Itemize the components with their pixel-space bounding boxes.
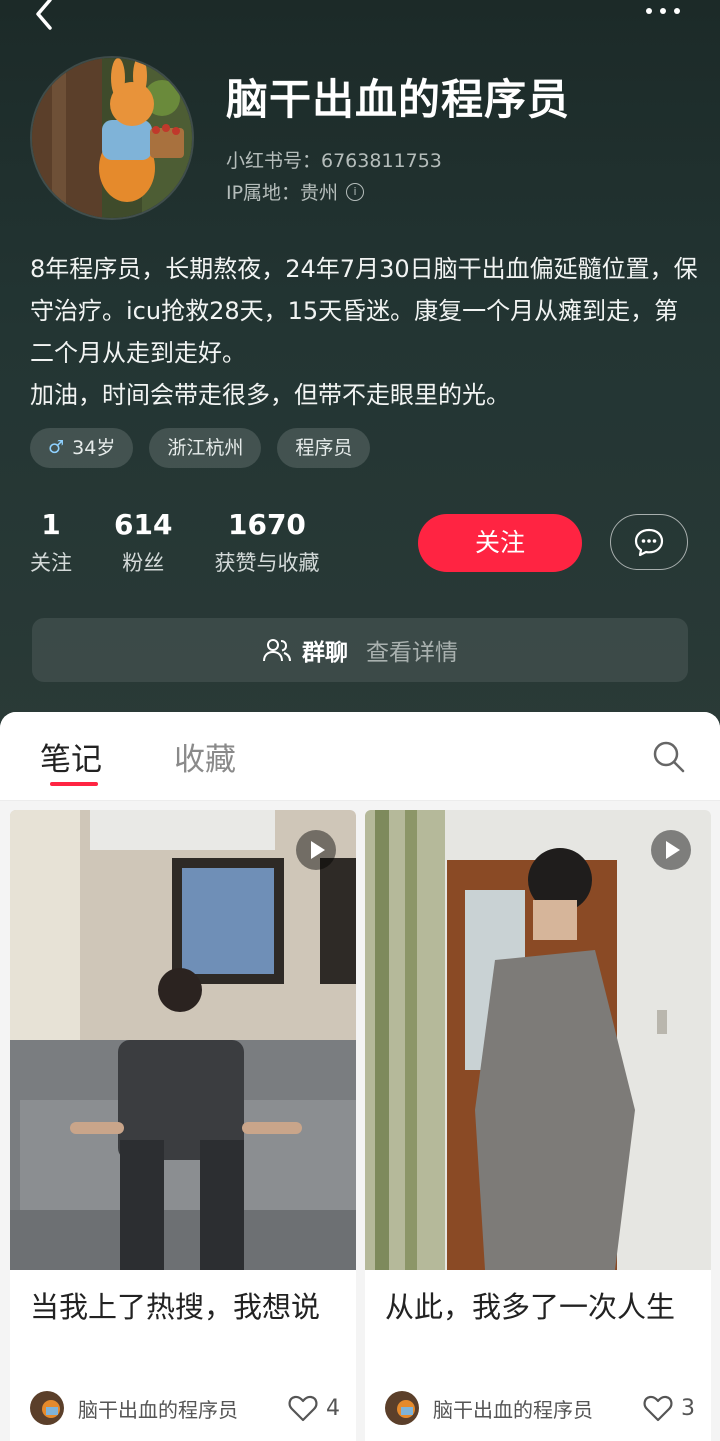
heart-icon [288,1395,318,1422]
bio-line: 8年程序员，长期熬夜，24年7月30日脑干出血偏延髓位置，保守治疗。icu抢救2… [30,255,698,367]
group-chat-label: 群聊 [302,640,348,666]
video-play-icon [651,830,691,870]
stat-label: 获赞与收藏 [214,551,320,575]
stat-label: 粉丝 [122,551,165,575]
stat-value: 1670 [227,508,306,541]
note-card[interactable]: 当我上了热搜，我想说 脑干出血的程序员 4 [10,810,356,1441]
profile-tags: ♂ 34岁 浙江杭州 程序员 [30,428,371,468]
note-title: 从此，我多了一次人生 [385,1290,676,1324]
back-arrow-icon [36,0,52,30]
stat-likes-and-collects[interactable]: 1670 获赞与收藏 [214,508,319,577]
stat-value: 1 [41,508,61,541]
tag-occupation: 程序员 [277,428,371,468]
content-panel: 笔记 收藏 当我上了热搜，我想说 脑干出血的程序员 4 从此，我多了一次人生 脑… [0,712,720,1441]
group-chat-detail: 查看详情 [366,640,458,666]
tag-location: 浙江杭州 [149,428,262,468]
male-gender-icon: ♂ [48,437,65,458]
note-card[interactable]: 从此，我多了一次人生 脑干出血的程序员 3 [365,810,711,1441]
note-footer: 脑干出血的程序员 4 [30,1388,340,1428]
profile-id[interactable]: 小红书号：6763811753 [226,146,442,173]
video-play-icon [296,830,336,870]
info-icon[interactable]: i [346,182,365,201]
like-count: 4 [326,1395,340,1421]
more-options-button[interactable] [646,4,690,18]
author-avatar [385,1391,419,1425]
follow-button[interactable]: 关注 [418,514,582,572]
search-icon [653,741,685,773]
like-count: 3 [681,1395,695,1421]
author-avatar [30,1391,64,1425]
back-button[interactable] [26,0,66,36]
tab-favorites[interactable]: 收藏 [174,734,236,779]
ip-location: IP属地：贵州 i [226,178,365,205]
stats-row: 1 关注 614 粉丝 1670 获赞与收藏 [30,508,319,577]
note-title: 当我上了热搜，我想说 [30,1290,321,1324]
group-people-icon [263,639,291,662]
group-chat-bar[interactable]: 群聊 查看详情 [32,618,688,682]
profile-header: 脑干出血的程序员 小红书号：6763811753 IP属地：贵州 i 8年程序员… [0,0,720,740]
tab-bar: 笔记 收藏 [0,712,720,801]
stat-value: 614 [114,508,173,541]
heart-icon [643,1395,673,1422]
bio: 8年程序员，长期熬夜，24年7月30日脑干出血偏延髓位置，保守治疗。icu抢救2… [30,248,700,416]
search-button[interactable] [652,740,686,774]
like-button[interactable]: 3 [643,1394,695,1422]
author-name: 脑干出血的程序员 [433,1397,593,1422]
man-standing-profile-photo [365,810,711,1270]
stat-followers[interactable]: 614 粉丝 [114,508,172,577]
note-thumbnail[interactable] [365,810,711,1270]
profile-name: 脑干出血的程序员 [226,75,571,124]
stat-following[interactable]: 1 关注 [30,508,72,577]
author-name: 脑干出血的程序员 [78,1397,238,1422]
tag-age: ♂ 34岁 [30,428,134,468]
man-on-sofa-photo [10,810,356,1270]
note-thumbnail[interactable] [10,810,356,1270]
more-dot-icon [646,8,652,14]
bio-line: 加油，时间会带走很多，但带不走眼里的光。 [30,381,510,409]
like-button[interactable]: 4 [288,1394,340,1422]
avatar[interactable] [30,56,194,220]
rabbit-figurine-avatar-image [32,58,192,218]
active-tab-indicator [50,782,98,786]
note-footer: 脑干出血的程序员 3 [385,1388,695,1428]
stat-label: 关注 [30,551,72,575]
tag-label: 34岁 [72,437,116,459]
message-button[interactable] [610,514,688,570]
tab-notes[interactable]: 笔记 [40,734,102,779]
more-dot-icon [674,8,680,14]
ip-location-text: IP属地：贵州 [226,182,339,204]
more-dot-icon [660,8,666,14]
chat-bubble-icon [634,528,664,557]
